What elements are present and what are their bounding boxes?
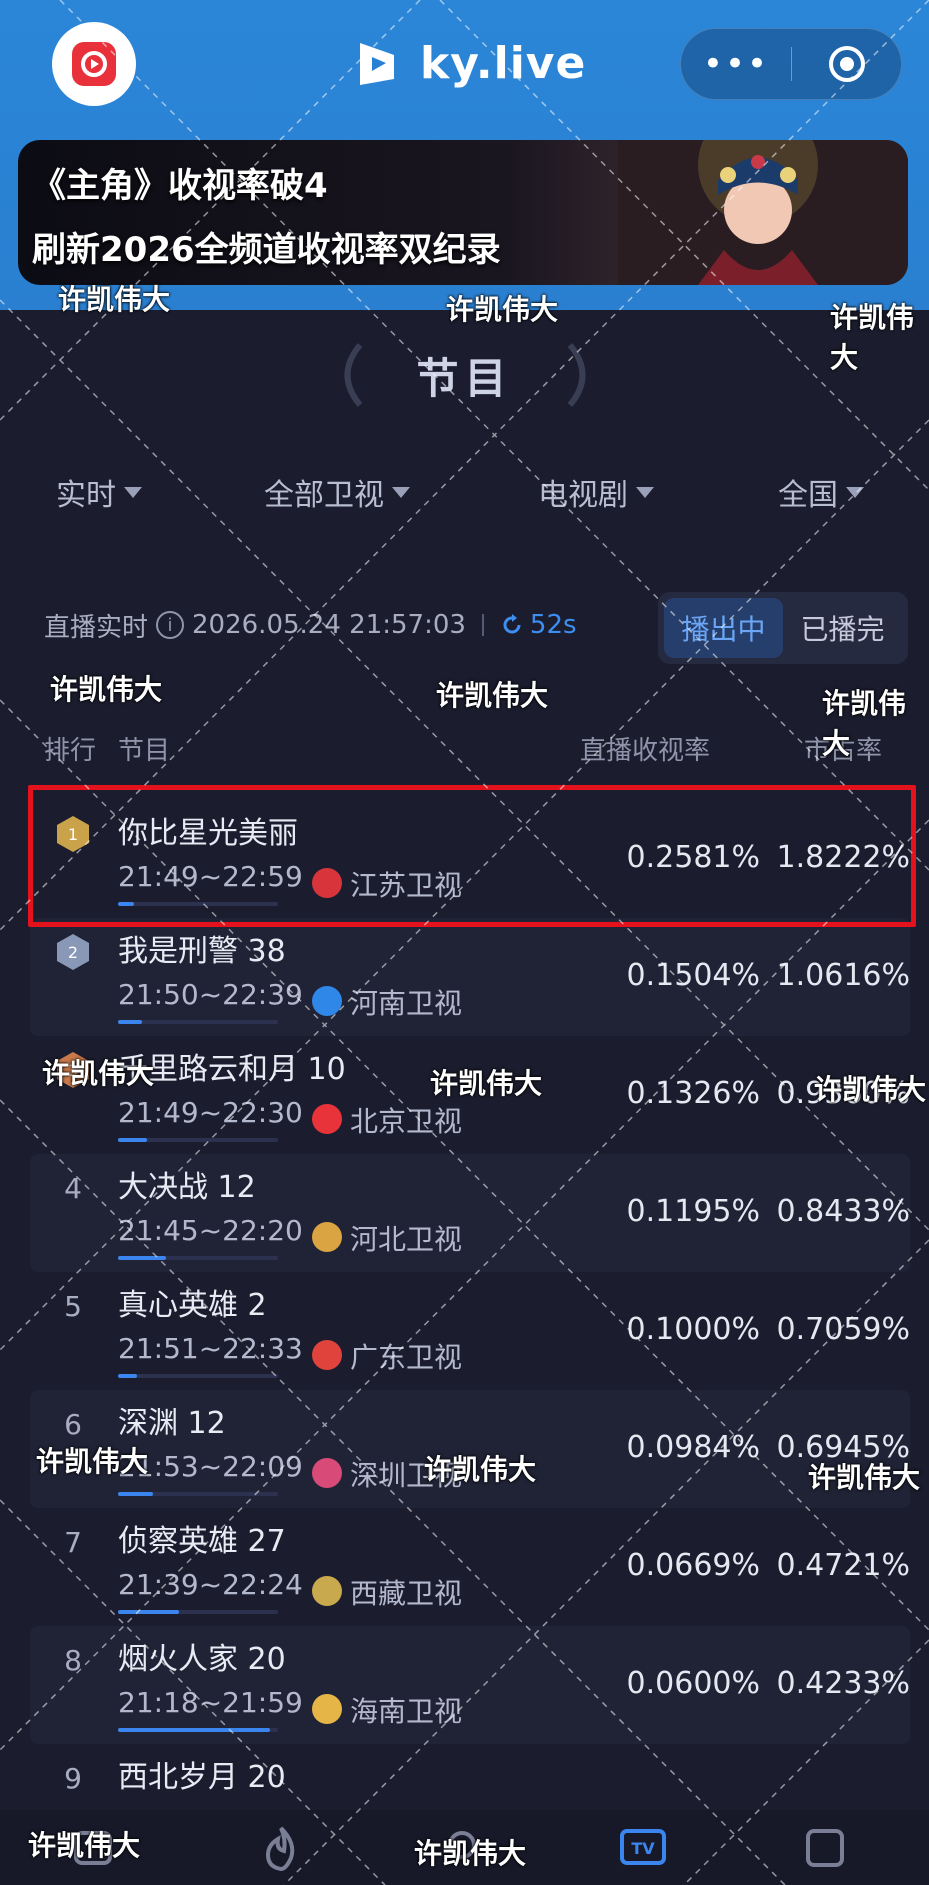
watermark-grid <box>0 0 929 1885</box>
